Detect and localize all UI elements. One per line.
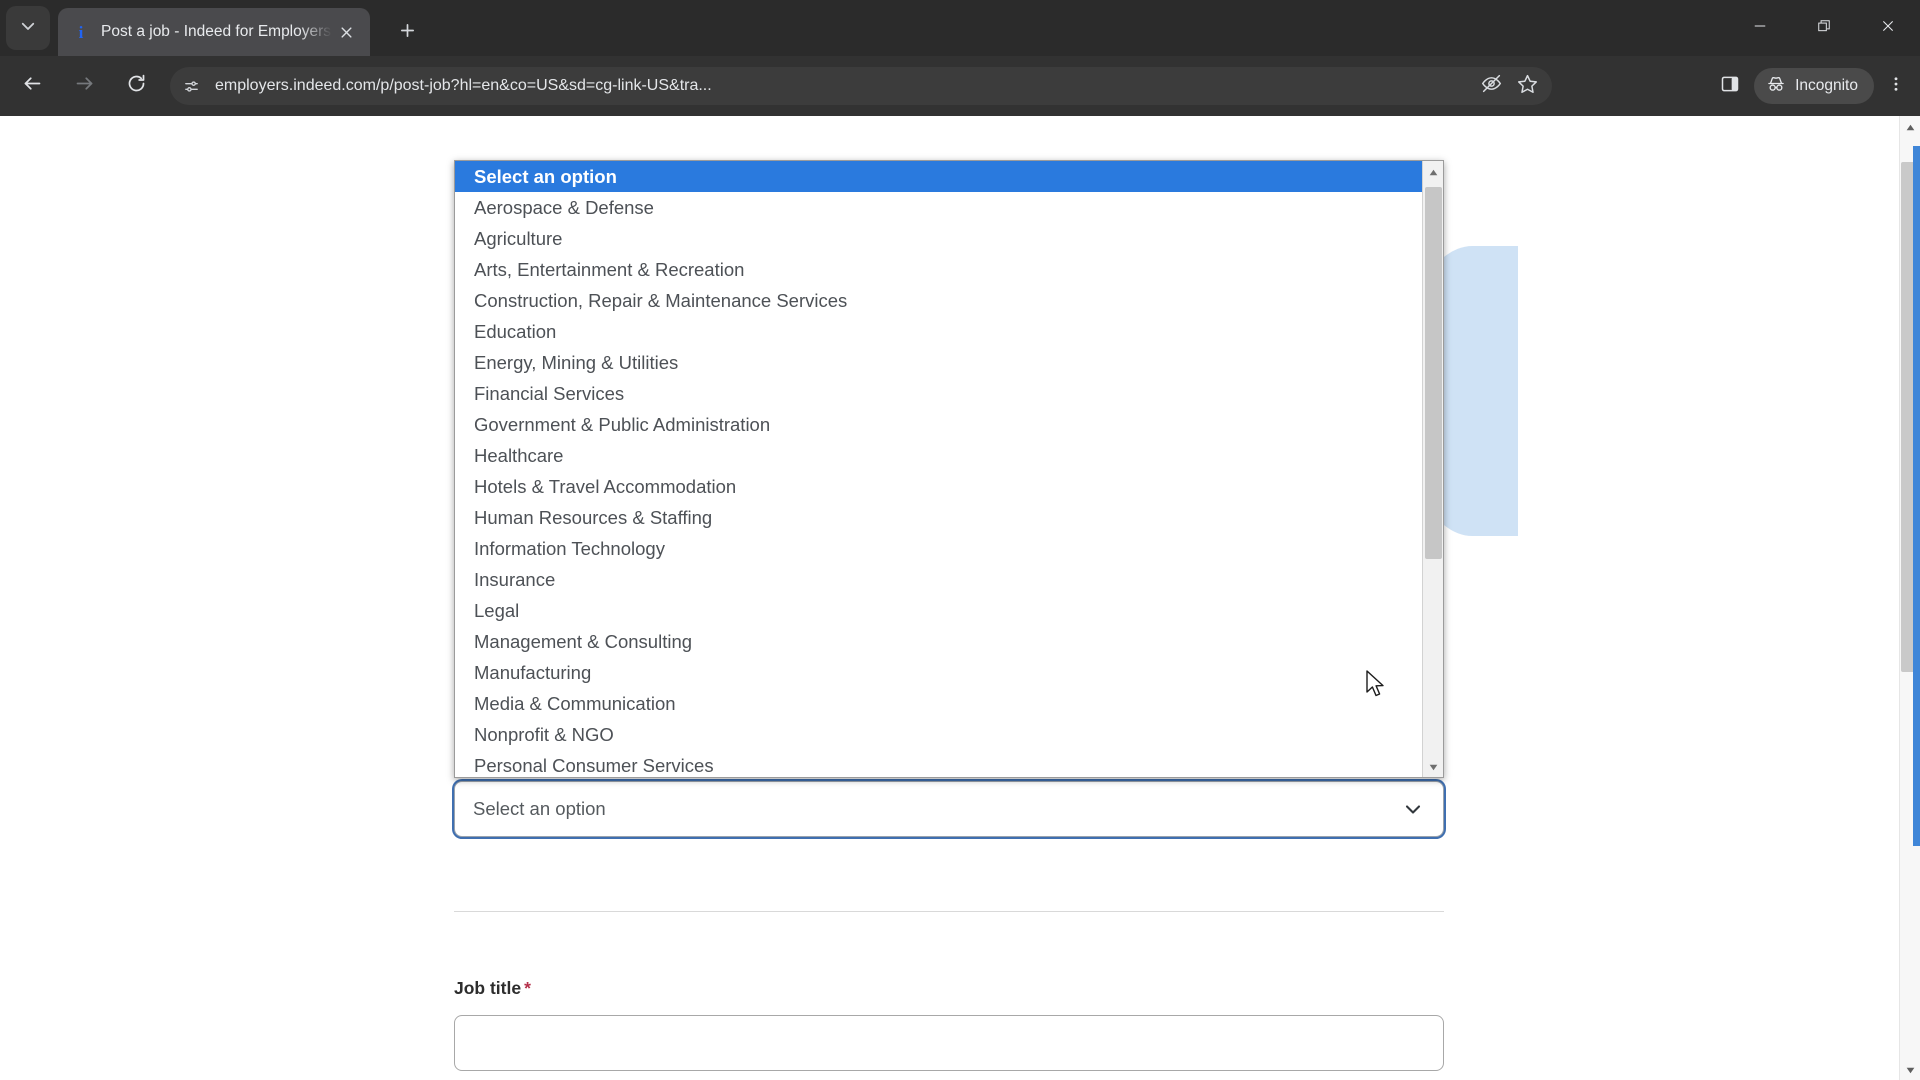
caret-up-icon	[1429, 163, 1438, 181]
side-panel-icon	[1720, 74, 1740, 99]
eye-slash-icon	[1481, 73, 1502, 99]
tab-strip: i Post a job - Indeed for Employers	[0, 0, 1920, 56]
job-title-label-text: Job title	[454, 978, 522, 998]
browser-tab[interactable]: i Post a job - Indeed for Employers	[58, 8, 370, 56]
dropdown-option[interactable]: Legal	[455, 595, 1422, 626]
dropdown-option[interactable]: Education	[455, 316, 1422, 347]
minimize-button[interactable]	[1728, 0, 1792, 56]
dropdown-option[interactable]: Insurance	[455, 564, 1422, 595]
forward-button[interactable]	[64, 66, 104, 106]
close-icon	[1881, 19, 1895, 38]
caret-down-icon	[1429, 758, 1438, 776]
dropdown-option-list[interactable]: Select an option Aerospace & Defense Agric…	[455, 161, 1422, 777]
window-controls	[1728, 0, 1920, 56]
dropdown-option[interactable]: Hotels & Travel Accommodation	[455, 471, 1422, 502]
restore-icon	[1817, 19, 1831, 38]
dropdown-option[interactable]: Personal Consumer Services	[455, 750, 1422, 777]
tune-icon[interactable]	[176, 71, 206, 101]
tab-close-button[interactable]	[332, 18, 360, 46]
page-viewport: Select an option Job title* Number of pe…	[0, 116, 1920, 1080]
dropdown-scroll-down-button[interactable]	[1423, 756, 1443, 777]
browser-window: i Post a job - Indeed for Employers empl…	[0, 0, 1920, 1080]
restore-button[interactable]	[1792, 0, 1856, 56]
dropdown-option[interactable]: Human Resources & Staffing	[455, 502, 1422, 533]
dropdown-option[interactable]: Healthcare	[455, 440, 1422, 471]
dropdown-option[interactable]: Government & Public Administration	[455, 409, 1422, 440]
browser-menu-button[interactable]	[1878, 66, 1914, 106]
reload-icon	[126, 73, 147, 99]
dropdown-option[interactable]: Manufacturing	[455, 657, 1422, 688]
incognito-hat-icon	[1766, 74, 1795, 99]
back-button[interactable]	[12, 66, 52, 106]
dropdown-option[interactable]: Aerospace & Defense	[455, 192, 1422, 223]
dropdown-option[interactable]: Management & Consulting	[455, 626, 1422, 657]
arrow-back-icon	[22, 73, 43, 99]
dropdown-option[interactable]: Information Technology	[455, 533, 1422, 564]
page-scroll-up-button[interactable]	[1900, 116, 1920, 137]
job-title-input[interactable]	[454, 1015, 1444, 1071]
minimize-icon	[1753, 19, 1767, 38]
address-bar[interactable]: employers.indeed.com/p/post-job?hl=en&co…	[170, 67, 1552, 105]
tab-title: Post a job - Indeed for Employers	[101, 23, 332, 40]
mouse-cursor	[1366, 670, 1388, 700]
dropdown-option[interactable]: Construction, Repair & Maintenance Servi…	[455, 285, 1422, 316]
incognito-label: Incognito	[1795, 77, 1858, 94]
dropdown-option[interactable]: Nonprofit & NGO	[455, 719, 1422, 750]
dropdown-scrollbar[interactable]	[1422, 161, 1443, 777]
arrow-forward-icon	[74, 73, 95, 99]
hide-password-button[interactable]	[1474, 69, 1508, 103]
dropdown-scroll-up-button[interactable]	[1423, 161, 1443, 182]
tab-search-button[interactable]	[6, 6, 50, 50]
dropdown-scroll-thumb[interactable]	[1425, 187, 1442, 559]
dropdown-option[interactable]: Financial Services	[455, 378, 1422, 409]
job-title-field-group: Job title *	[454, 978, 1444, 1071]
page-scroll-down-button[interactable]	[1900, 1059, 1920, 1080]
industry-select-value: Select an option	[473, 798, 606, 819]
industry-select[interactable]: Select an option	[454, 781, 1444, 837]
toolbar-right-group: Incognito	[1710, 66, 1914, 106]
dropdown-option[interactable]: Arts, Entertainment & Recreation	[455, 254, 1422, 285]
three-dots-vertical-icon	[1887, 75, 1905, 98]
chevron-down-icon	[1401, 797, 1425, 821]
new-tab-button[interactable]	[390, 16, 424, 50]
side-panel-button[interactable]	[1710, 66, 1750, 106]
page-edge-accent-bar	[1913, 146, 1920, 846]
chevron-down-icon	[19, 17, 37, 40]
favicon-letter: i	[78, 22, 84, 42]
star-icon	[1517, 73, 1538, 99]
plus-icon	[399, 22, 416, 44]
required-asterisk: *	[524, 978, 531, 998]
industry-dropdown-popup[interactable]: Select an option Aerospace & Defense Agric…	[454, 160, 1444, 778]
dropdown-option[interactable]: Agriculture	[455, 223, 1422, 254]
incognito-badge[interactable]: Incognito	[1754, 68, 1874, 104]
bookmark-button[interactable]	[1510, 69, 1544, 103]
dropdown-option-selected[interactable]: Select an option	[455, 161, 1422, 192]
job-title-label: Job title *	[454, 978, 1444, 999]
close-button[interactable]	[1856, 0, 1920, 56]
browser-toolbar: employers.indeed.com/p/post-job?hl=en&co…	[0, 56, 1920, 116]
dropdown-option[interactable]: Media & Communication	[455, 688, 1422, 719]
indeed-favicon: i	[72, 23, 90, 41]
reload-button[interactable]	[116, 66, 156, 106]
section-divider	[454, 911, 1444, 912]
caret-up-icon	[1906, 118, 1915, 136]
url-text: employers.indeed.com/p/post-job?hl=en&co…	[215, 77, 712, 94]
dropdown-option[interactable]: Energy, Mining & Utilities	[455, 347, 1422, 378]
caret-down-icon	[1906, 1061, 1915, 1079]
